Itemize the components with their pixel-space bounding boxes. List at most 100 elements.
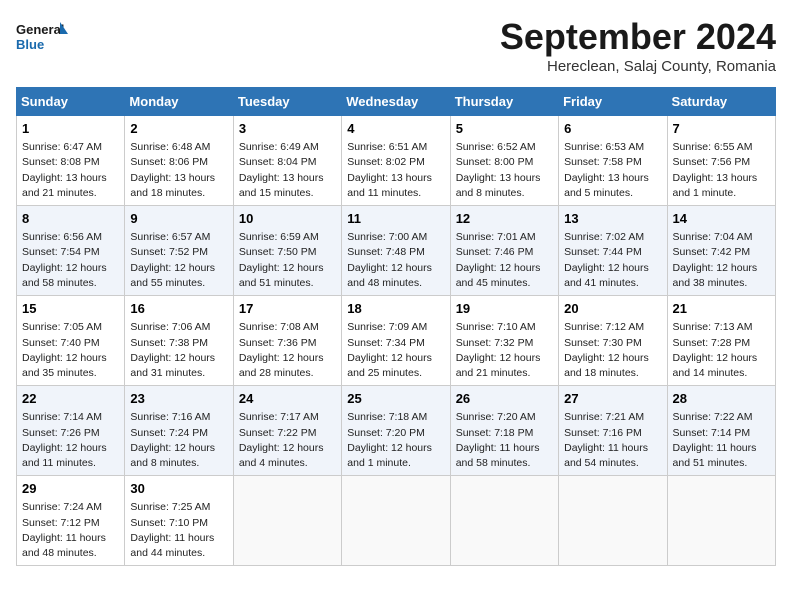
calendar-cell: 8 Sunrise: 6:56 AM Sunset: 7:54 PM Daylig… (17, 206, 125, 296)
col-header-tuesday: Tuesday (233, 88, 341, 116)
day-number: 8 (22, 210, 119, 228)
day-info: Sunrise: 6:51 AM Sunset: 8:02 PM Dayligh… (347, 140, 444, 201)
calendar-cell (667, 476, 775, 566)
day-number: 10 (239, 210, 336, 228)
day-number: 9 (130, 210, 227, 228)
subtitle: Hereclean, Salaj County, Romania (500, 58, 776, 75)
day-info: Sunrise: 6:56 AM Sunset: 7:54 PM Dayligh… (22, 230, 119, 291)
calendar-cell: 7Sunrise: 6:55 AM Sunset: 7:56 PM Daylig… (667, 116, 775, 206)
calendar-cell: 4Sunrise: 6:51 AM Sunset: 8:02 PM Daylig… (342, 116, 450, 206)
day-number: 5 (456, 120, 553, 138)
calendar-cell: 3 Sunrise: 6:49 AM Sunset: 8:04 PM Daylig… (233, 116, 341, 206)
day-number: 14 (673, 210, 770, 228)
calendar-cell (559, 476, 667, 566)
col-header-thursday: Thursday (450, 88, 558, 116)
day-number: 20 (564, 300, 661, 318)
calendar-table: SundayMondayTuesdayWednesdayThursdayFrid… (16, 87, 776, 566)
col-header-wednesday: Wednesday (342, 88, 450, 116)
logo-svg: General Blue (16, 16, 68, 60)
day-number: 21 (673, 300, 770, 318)
day-info: Sunrise: 7:10 AM Sunset: 7:32 PM Dayligh… (456, 320, 553, 381)
calendar-cell: 25 Sunrise: 7:18 AM Sunset: 7:20 PM Dayli… (342, 386, 450, 476)
calendar-cell: 26 Sunrise: 7:20 AM Sunset: 7:18 PM Dayli… (450, 386, 558, 476)
calendar-cell: 5 Sunrise: 6:52 AM Sunset: 8:00 PM Daylig… (450, 116, 558, 206)
day-info: Sunrise: 6:55 AM Sunset: 7:56 PM Dayligh… (673, 140, 770, 201)
calendar-cell: 11 Sunrise: 7:00 AM Sunset: 7:48 PM Dayli… (342, 206, 450, 296)
calendar-cell (233, 476, 341, 566)
day-number: 12 (456, 210, 553, 228)
day-info: Sunrise: 7:22 AM Sunset: 7:14 PM Dayligh… (673, 410, 770, 471)
week-row-2: 8 Sunrise: 6:56 AM Sunset: 7:54 PM Daylig… (17, 206, 776, 296)
calendar-cell: 18 Sunrise: 7:09 AM Sunset: 7:34 PM Dayli… (342, 296, 450, 386)
day-info: Sunrise: 6:53 AM Sunset: 7:58 PM Dayligh… (564, 140, 661, 201)
calendar-cell: 13Sunrise: 7:02 AM Sunset: 7:44 PM Dayli… (559, 206, 667, 296)
calendar-cell: 27Sunrise: 7:21 AM Sunset: 7:16 PM Dayli… (559, 386, 667, 476)
calendar-cell: 15 Sunrise: 7:05 AM Sunset: 7:40 PM Dayli… (17, 296, 125, 386)
col-header-sunday: Sunday (17, 88, 125, 116)
calendar-cell: 20 Sunrise: 7:12 AM Sunset: 7:30 PM Dayli… (559, 296, 667, 386)
calendar-cell: 2 Sunrise: 6:48 AM Sunset: 8:06 PM Daylig… (125, 116, 233, 206)
calendar-cell: 29 Sunrise: 7:24 AM Sunset: 7:12 PM Dayli… (17, 476, 125, 566)
calendar-cell (450, 476, 558, 566)
week-row-5: 29 Sunrise: 7:24 AM Sunset: 7:12 PM Dayli… (17, 476, 776, 566)
day-info: Sunrise: 7:16 AM Sunset: 7:24 PM Dayligh… (130, 410, 227, 471)
day-number: 11 (347, 210, 444, 228)
day-info: Sunrise: 7:24 AM Sunset: 7:12 PM Dayligh… (22, 500, 119, 561)
calendar-cell: 22 Sunrise: 7:14 AM Sunset: 7:26 PM Dayli… (17, 386, 125, 476)
calendar-cell: 6 Sunrise: 6:53 AM Sunset: 7:58 PM Daylig… (559, 116, 667, 206)
day-info: Sunrise: 7:08 AM Sunset: 7:36 PM Dayligh… (239, 320, 336, 381)
calendar-cell: 23 Sunrise: 7:16 AM Sunset: 7:24 PM Dayli… (125, 386, 233, 476)
header-row: SundayMondayTuesdayWednesdayThursdayFrid… (17, 88, 776, 116)
main-title: September 2024 (500, 16, 776, 58)
calendar-cell: 9 Sunrise: 6:57 AM Sunset: 7:52 PM Daylig… (125, 206, 233, 296)
week-row-3: 15 Sunrise: 7:05 AM Sunset: 7:40 PM Dayli… (17, 296, 776, 386)
day-number: 17 (239, 300, 336, 318)
calendar-cell: 12Sunrise: 7:01 AM Sunset: 7:46 PM Dayli… (450, 206, 558, 296)
day-info: Sunrise: 6:59 AM Sunset: 7:50 PM Dayligh… (239, 230, 336, 291)
header: General Blue September 2024 Hereclean, S… (16, 16, 776, 75)
svg-text:Blue: Blue (16, 37, 44, 52)
day-info: Sunrise: 7:18 AM Sunset: 7:20 PM Dayligh… (347, 410, 444, 471)
day-info: Sunrise: 7:09 AM Sunset: 7:34 PM Dayligh… (347, 320, 444, 381)
day-info: Sunrise: 6:48 AM Sunset: 8:06 PM Dayligh… (130, 140, 227, 201)
calendar-cell: 28Sunrise: 7:22 AM Sunset: 7:14 PM Dayli… (667, 386, 775, 476)
calendar-cell: 19 Sunrise: 7:10 AM Sunset: 7:32 PM Dayli… (450, 296, 558, 386)
day-info: Sunrise: 6:52 AM Sunset: 8:00 PM Dayligh… (456, 140, 553, 201)
calendar-cell: 1 Sunrise: 6:47 AM Sunset: 8:08 PM Daylig… (17, 116, 125, 206)
week-row-4: 22 Sunrise: 7:14 AM Sunset: 7:26 PM Dayli… (17, 386, 776, 476)
calendar-cell: 21 Sunrise: 7:13 AM Sunset: 7:28 PM Dayli… (667, 296, 775, 386)
day-number: 2 (130, 120, 227, 138)
day-number: 15 (22, 300, 119, 318)
calendar-cell: 30Sunrise: 7:25 AM Sunset: 7:10 PM Dayli… (125, 476, 233, 566)
day-number: 3 (239, 120, 336, 138)
day-info: Sunrise: 7:12 AM Sunset: 7:30 PM Dayligh… (564, 320, 661, 381)
col-header-saturday: Saturday (667, 88, 775, 116)
day-info: Sunrise: 7:14 AM Sunset: 7:26 PM Dayligh… (22, 410, 119, 471)
day-number: 30 (130, 480, 227, 498)
day-info: Sunrise: 6:57 AM Sunset: 7:52 PM Dayligh… (130, 230, 227, 291)
col-header-friday: Friday (559, 88, 667, 116)
day-info: Sunrise: 6:47 AM Sunset: 8:08 PM Dayligh… (22, 140, 119, 201)
day-number: 23 (130, 390, 227, 408)
day-info: Sunrise: 7:06 AM Sunset: 7:38 PM Dayligh… (130, 320, 227, 381)
day-number: 25 (347, 390, 444, 408)
day-info: Sunrise: 6:49 AM Sunset: 8:04 PM Dayligh… (239, 140, 336, 201)
day-number: 26 (456, 390, 553, 408)
day-number: 19 (456, 300, 553, 318)
day-info: Sunrise: 7:20 AM Sunset: 7:18 PM Dayligh… (456, 410, 553, 471)
day-number: 6 (564, 120, 661, 138)
day-number: 22 (22, 390, 119, 408)
day-info: Sunrise: 7:05 AM Sunset: 7:40 PM Dayligh… (22, 320, 119, 381)
col-header-monday: Monday (125, 88, 233, 116)
day-info: Sunrise: 7:04 AM Sunset: 7:42 PM Dayligh… (673, 230, 770, 291)
day-number: 1 (22, 120, 119, 138)
day-number: 18 (347, 300, 444, 318)
week-row-1: 1 Sunrise: 6:47 AM Sunset: 8:08 PM Daylig… (17, 116, 776, 206)
day-info: Sunrise: 7:13 AM Sunset: 7:28 PM Dayligh… (673, 320, 770, 381)
day-info: Sunrise: 7:00 AM Sunset: 7:48 PM Dayligh… (347, 230, 444, 291)
day-number: 16 (130, 300, 227, 318)
day-number: 24 (239, 390, 336, 408)
day-info: Sunrise: 7:17 AM Sunset: 7:22 PM Dayligh… (239, 410, 336, 471)
day-number: 29 (22, 480, 119, 498)
calendar-cell: 24 Sunrise: 7:17 AM Sunset: 7:22 PM Dayli… (233, 386, 341, 476)
